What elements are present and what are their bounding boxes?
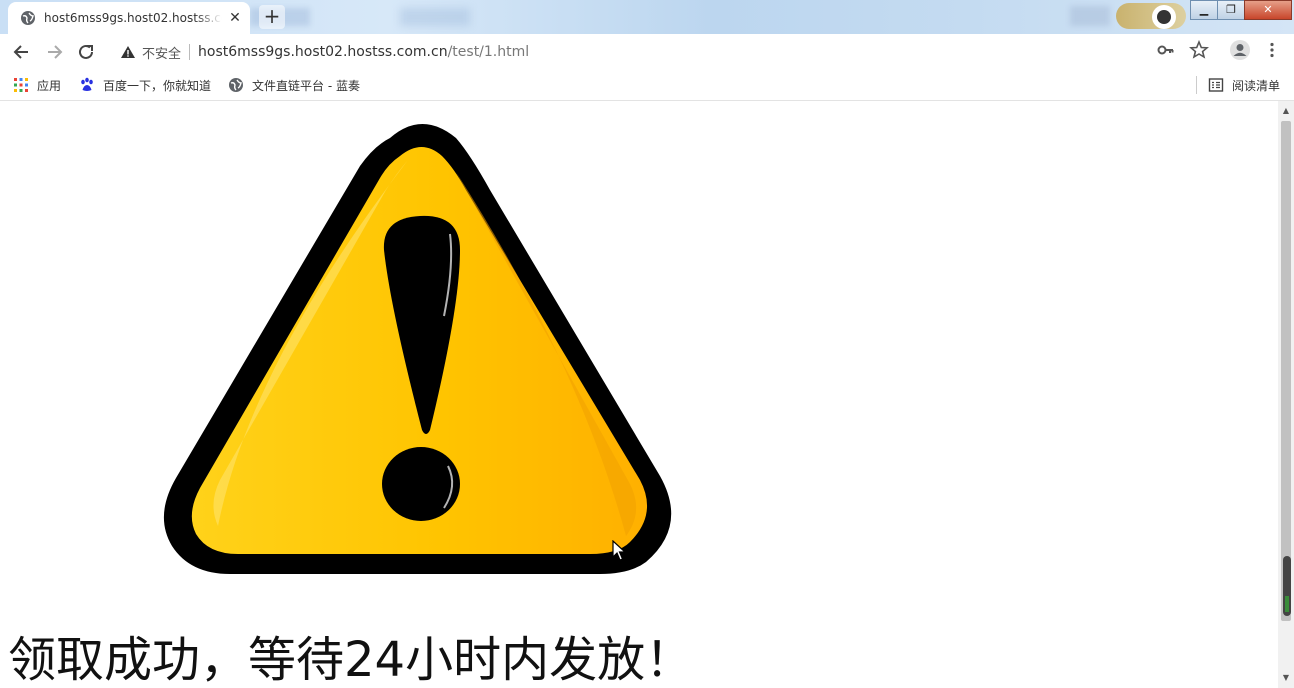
bookmark-label: 百度一下，你就知道: [103, 78, 212, 93]
bookmark-star-icon[interactable]: [1188, 39, 1210, 60]
key-icon[interactable]: [1156, 40, 1176, 60]
globe-icon: [21, 11, 35, 25]
globe-icon: [229, 78, 243, 92]
new-tab-button[interactable]: +: [259, 5, 285, 29]
bookmark-label: 文件直链平台 - 蓝奏: [252, 78, 360, 93]
reload-icon[interactable]: [72, 38, 100, 66]
url-text[interactable]: host6mss9gs.host02.hostss.com.cn/test/1.…: [198, 44, 529, 60]
apps-grid-icon: [14, 78, 28, 92]
minimize-button[interactable]: ▁: [1190, 0, 1218, 20]
back-arrow-icon[interactable]: [8, 38, 36, 66]
bookmark-label: 应用: [37, 78, 62, 93]
scroll-up-arrow-icon[interactable]: ▲: [1278, 103, 1294, 119]
omnibox-divider: [189, 44, 191, 60]
account-icon[interactable]: [1229, 39, 1251, 61]
tab-strip: host6mss9gs.host02.hostss.com.cn/test/1.…: [0, 0, 1294, 34]
baidu-paw-icon: [81, 77, 93, 91]
success-message: 领取成功，等待24小时内发放！: [8, 632, 694, 688]
warning-triangle-icon[interactable]: [120, 44, 136, 60]
url-path: /test/1.html: [447, 44, 530, 60]
bookmarks-bar: 应用 百度一下，你就知道 文件直链平台 - 蓝奏 阅读清单: [0, 70, 1294, 101]
url-host: host6mss9gs.host02.hostss.com.cn: [198, 44, 448, 60]
active-tab[interactable]: host6mss9gs.host02.hostss.com.cn/test/1.…: [8, 2, 250, 34]
address-bar[interactable]: 不安全 host6mss9gs.host02.hostss.com.cn/tes…: [108, 37, 1184, 67]
tab-close-icon[interactable]: ✕: [226, 9, 244, 27]
reading-list-button[interactable]: 阅读清单: [1208, 75, 1280, 95]
bookmark-apps[interactable]: 应用: [13, 75, 61, 95]
window-controls: ▁ ❐ ✕: [1190, 0, 1292, 20]
mouse-cursor-icon: [612, 540, 626, 561]
browser-window: host6mss9gs.host02.hostss.com.cn/test/1.…: [0, 0, 1294, 688]
toolbar: 不安全 host6mss9gs.host02.hostss.com.cn/tes…: [0, 34, 1294, 70]
tab-title: host6mss9gs.host02.hostss.com.cn/test/1.…: [44, 11, 222, 25]
bookmark-baidu[interactable]: 百度一下，你就知道: [79, 75, 211, 95]
bookmark-lanzou[interactable]: 文件直链平台 - 蓝奏: [228, 75, 360, 95]
menu-kebab-icon[interactable]: [1262, 40, 1282, 60]
security-label[interactable]: 不安全: [142, 43, 181, 62]
warning-triangle-icon: [163, 124, 672, 574]
restore-button[interactable]: ❐: [1217, 0, 1245, 20]
vertical-scrollbar[interactable]: ▲ ▼: [1278, 101, 1294, 688]
page-content: 领取成功，等待24小时内发放！: [0, 101, 1278, 688]
scroll-thumb[interactable]: [1281, 121, 1291, 621]
bookmarks-divider: [1196, 76, 1197, 94]
forward-arrow-icon[interactable]: [40, 38, 68, 66]
reading-list-icon: [1208, 78, 1224, 92]
scroll-indicator-accent: [1285, 596, 1289, 612]
profile-icon[interactable]: [1152, 5, 1176, 29]
close-window-button[interactable]: ✕: [1244, 0, 1292, 20]
reading-list-label: 阅读清单: [1232, 78, 1281, 93]
scroll-down-arrow-icon[interactable]: ▼: [1278, 670, 1294, 686]
